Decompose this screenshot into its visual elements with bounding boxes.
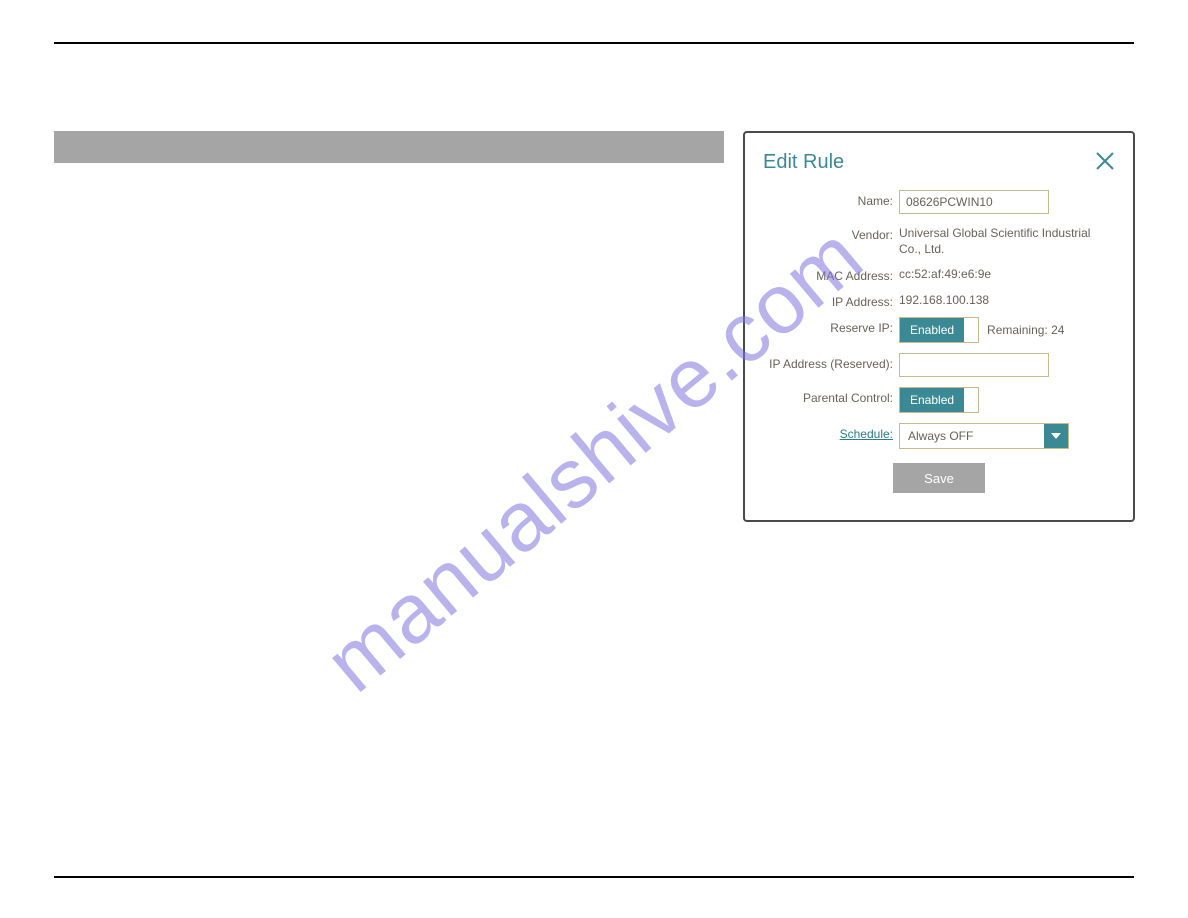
schedule-select[interactable]: Always OFF — [899, 423, 1069, 449]
bottom-divider — [54, 876, 1134, 878]
parental-toggle[interactable]: Enabled — [899, 387, 979, 413]
remaining-label: Remaining: 24 — [987, 323, 1064, 337]
row-reserve-ip: Reserve IP: Enabled Remaining: 24 — [763, 317, 1115, 343]
ip-reserved-input[interactable] — [899, 353, 1049, 377]
toggle-knob — [964, 388, 978, 412]
name-label: Name: — [763, 190, 899, 208]
ip-reserved-label: IP Address (Reserved): — [763, 353, 899, 371]
row-ip-reserved: IP Address (Reserved): — [763, 353, 1115, 377]
ip-label: IP Address: — [763, 291, 899, 309]
save-button[interactable]: Save — [893, 463, 985, 493]
top-divider — [54, 42, 1134, 44]
reserve-ip-toggle[interactable]: Enabled — [899, 317, 979, 343]
mac-label: MAC Address: — [763, 265, 899, 283]
mac-value: cc:52:af:49:e6:9e — [899, 265, 991, 283]
dialog-title: Edit Rule — [763, 151, 1115, 174]
vendor-value: Universal Global Scientific Industrial C… — [899, 224, 1115, 257]
reserve-ip-label: Reserve IP: — [763, 317, 899, 335]
gray-bar — [54, 131, 724, 163]
toggle-knob — [964, 318, 978, 342]
parental-label: Parental Control: — [763, 387, 899, 405]
vendor-label: Vendor: — [763, 224, 899, 242]
close-icon — [1095, 151, 1115, 171]
name-input[interactable] — [899, 190, 1049, 214]
ip-value: 192.168.100.138 — [899, 291, 989, 309]
edit-rule-dialog: Edit Rule Name: Vendor: Universal Global… — [743, 131, 1135, 522]
save-row: Save — [763, 463, 1115, 493]
row-ip: IP Address: 192.168.100.138 — [763, 291, 1115, 309]
form: Name: Vendor: Universal Global Scientifi… — [763, 190, 1115, 493]
parental-toggle-label: Enabled — [900, 388, 964, 412]
row-mac: MAC Address: cc:52:af:49:e6:9e — [763, 265, 1115, 283]
reserve-ip-toggle-label: Enabled — [900, 318, 964, 342]
row-parental: Parental Control: Enabled — [763, 387, 1115, 413]
chevron-down-icon — [1044, 424, 1068, 448]
schedule-label[interactable]: Schedule: — [763, 423, 899, 441]
schedule-value: Always OFF — [900, 424, 1044, 448]
close-button[interactable] — [1091, 147, 1119, 175]
row-schedule: Schedule: Always OFF — [763, 423, 1115, 449]
row-name: Name: — [763, 190, 1115, 214]
row-vendor: Vendor: Universal Global Scientific Indu… — [763, 224, 1115, 257]
